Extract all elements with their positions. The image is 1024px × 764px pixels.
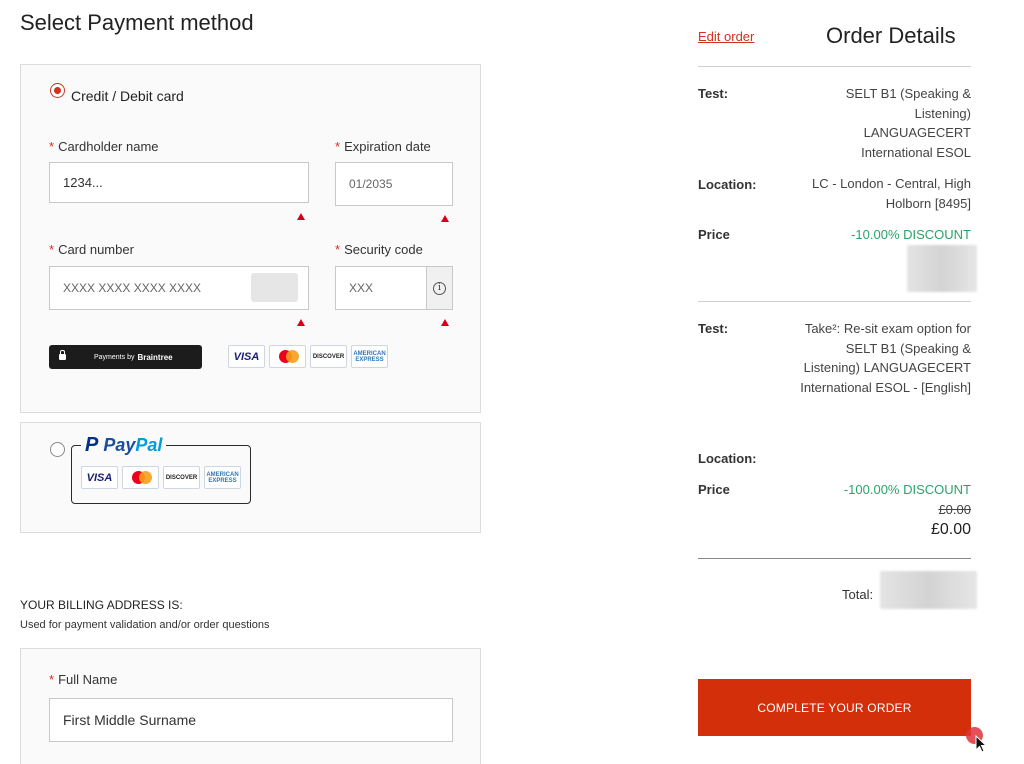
billing-subtitle: Used for payment validation and/or order… [20, 619, 270, 631]
paypal-logo: P Pay Pal [81, 433, 167, 457]
card-number-warning-icon [297, 319, 305, 326]
item1-price-key: Price [698, 227, 730, 242]
paypal-option-radio[interactable] [50, 442, 65, 457]
lock-icon [59, 350, 66, 360]
cardholder-value: 1234... [63, 175, 103, 190]
mastercard-icon [269, 345, 306, 368]
total-value-redacted [880, 571, 977, 609]
item1-price-redacted [907, 245, 977, 292]
divider [698, 558, 971, 559]
complete-order-button[interactable]: COMPLETE YOUR ORDER [698, 679, 971, 736]
page-title: Select Payment method [20, 10, 254, 35]
item2-price-key: Price [698, 482, 730, 497]
paypal-icon: P [85, 433, 99, 456]
braintree-text: Payments by [94, 353, 135, 361]
cardholder-warning-icon [297, 213, 305, 220]
item2-test-key: Test: [698, 321, 729, 336]
total-label: Total: [842, 587, 874, 602]
paypal-amex-icon: AMERICAN EXPRESS [204, 466, 241, 489]
visa-icon: VISA [228, 345, 265, 368]
security-code-label: * Security code [335, 242, 423, 257]
required-mark: * [49, 139, 55, 154]
paypal-discover-icon: DISCOVER [163, 466, 200, 489]
card-option-radio[interactable] [50, 83, 65, 98]
item2-old-price: £0.00 [938, 502, 971, 517]
braintree-brand: Braintree [137, 352, 173, 362]
cardholder-input[interactable]: 1234... [49, 162, 309, 203]
card-number-label: * Card number [49, 242, 134, 257]
info-icon: i [433, 281, 446, 295]
expiration-placeholder: 01/2035 [349, 177, 393, 191]
cardholder-label: * Cardholder name [49, 139, 159, 154]
divider [698, 301, 971, 302]
item1-location-value: LC - London - Central, High Holborn [849… [812, 176, 971, 211]
item2-new-price: £0.00 [930, 521, 971, 538]
security-warning-icon [441, 319, 449, 326]
full-name-label: * Full Name [49, 672, 118, 687]
card-payment-panel: Credit / Debit card * Cardholder name 123… [20, 64, 481, 413]
full-name-input[interactable]: First Middle Surname [49, 698, 453, 742]
item1-location-key: Location: [698, 177, 757, 192]
security-info-button[interactable]: i [426, 267, 452, 309]
expiration-warning-icon [441, 215, 449, 222]
card-number-placeholder: XXXX XXXX XXXX XXXX [63, 281, 202, 295]
paypal-mastercard-icon [122, 466, 159, 489]
item2-test-value: Take²: Re-sit exam option for SELT B1 (S… [800, 321, 971, 395]
braintree-badge: Payments by Braintree [49, 345, 202, 369]
item1-discount: -10.00% DISCOUNT [851, 227, 971, 242]
paypal-payment-panel: VISA DISCOVER AMERICAN EXPRESS P Pay Pal [20, 422, 481, 533]
order-details-title: Order Details [826, 23, 956, 48]
edit-order-link[interactable]: Edit order [698, 29, 754, 44]
item2-discount: -100.00% DISCOUNT [843, 482, 971, 497]
expiration-input[interactable]: 01/2035 [335, 162, 453, 206]
paypal-visa-icon: VISA [81, 466, 118, 489]
security-placeholder: XXX [349, 281, 374, 295]
card-option-label[interactable]: Credit / Debit card [71, 88, 184, 104]
mouse-cursor-icon [975, 735, 988, 753]
expiration-label: * Expiration date [335, 139, 431, 154]
item1-test-key: Test: [698, 86, 729, 101]
amex-icon: AMERICAN EXPRESS [351, 345, 388, 368]
billing-panel: * Full Name First Middle Surname [20, 648, 481, 764]
discover-icon: DISCOVER [310, 345, 347, 368]
item2-location-key: Location: [698, 451, 757, 466]
billing-title: YOUR BILLING ADDRESS IS: [20, 598, 183, 612]
card-type-icon [251, 273, 298, 302]
item1-test-value: SELT B1 (Speaking & Listening) LANGUAGEC… [845, 86, 971, 160]
full-name-value: First Middle Surname [63, 712, 197, 728]
divider [698, 66, 971, 67]
